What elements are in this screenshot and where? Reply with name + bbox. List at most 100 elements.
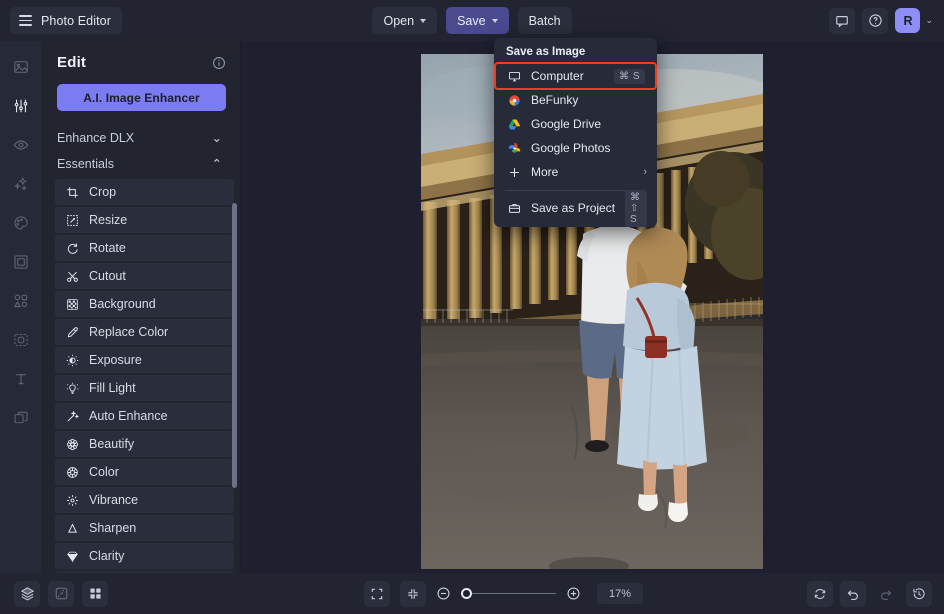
tool-label: Cutout (89, 269, 126, 283)
shrink-button[interactable] (400, 581, 426, 607)
avatar[interactable]: R (895, 8, 920, 33)
tool-rail (0, 41, 41, 573)
vibrance-icon (65, 493, 79, 507)
page-title: Edit (57, 54, 86, 71)
image-icon (13, 59, 29, 75)
flower-icon (65, 437, 79, 451)
undo-button[interactable] (840, 581, 866, 607)
rail-item-overlays[interactable] (7, 404, 34, 431)
group-essentials[interactable]: Essentials ⌃ (41, 151, 234, 177)
rail-item-artsy[interactable] (7, 209, 34, 236)
palette-icon (13, 215, 29, 231)
frame-icon (13, 254, 29, 270)
briefcase-icon (507, 201, 521, 215)
chevron-down-icon (420, 19, 426, 23)
rail-item-retouch[interactable] (7, 131, 34, 158)
zoom-level-value[interactable]: 17% (597, 583, 643, 604)
panel-scrollbar[interactable] (232, 203, 237, 488)
save-menu-item-save-as-project[interactable]: Save as Project ⌘ ⇧ S (494, 196, 657, 220)
tool-clarity[interactable]: Clarity (55, 543, 234, 569)
fit-screen-button[interactable] (364, 581, 390, 607)
tool-cutout[interactable]: Cutout (55, 263, 234, 289)
shapes-icon (13, 293, 29, 309)
tool-fill-light[interactable]: Fill Light (55, 375, 234, 401)
avatar-chevron-down-icon[interactable]: ⌄ (925, 15, 933, 26)
link-layers-button[interactable] (48, 581, 74, 607)
link-broken-icon (54, 586, 69, 601)
rail-item-edit[interactable] (7, 92, 34, 119)
save-menu-item-computer[interactable]: Computer ⌘ S (496, 64, 655, 88)
rail-item-graphics[interactable] (7, 287, 34, 314)
tool-rotate[interactable]: Rotate (55, 235, 234, 261)
zoom-out-icon (436, 586, 451, 601)
tool-replace-color[interactable]: Replace Color (55, 319, 234, 345)
tool-label: Background (89, 297, 156, 311)
open-button[interactable]: Open (372, 7, 437, 34)
tool-label: Replace Color (89, 325, 168, 339)
tool-sharpen[interactable]: Sharpen (55, 515, 234, 541)
main-menu-button[interactable]: Photo Editor (10, 7, 122, 34)
chevron-up-icon: ⌃ (212, 158, 222, 171)
plus-icon (507, 165, 521, 179)
history-button[interactable] (906, 581, 932, 607)
info-circle-icon (212, 56, 226, 70)
save-menu-item-shortcut: ⌘ S (614, 69, 645, 84)
tool-label: Vibrance (89, 493, 138, 507)
question-circle-icon (868, 13, 883, 28)
save-menu-title: Save as Image (494, 44, 657, 64)
tool-resize[interactable]: Resize (55, 207, 234, 233)
save-menu-item-google-photos[interactable]: Google Photos (494, 136, 657, 160)
open-button-label: Open (383, 14, 414, 28)
zoom-slider[interactable] (461, 587, 556, 601)
tool-background[interactable]: Background (55, 291, 234, 317)
grid-icon (88, 586, 103, 601)
group-enhance-dlx[interactable]: Enhance DLX ⌄ (41, 125, 234, 151)
feedback-button[interactable] (829, 8, 855, 34)
scissors-icon (65, 269, 79, 283)
tool-beautify[interactable]: Beautify (55, 431, 234, 457)
save-menu-item-label: More (531, 165, 633, 179)
save-menu-item-befunky[interactable]: BeFunky (494, 88, 657, 112)
rail-item-cutout[interactable] (7, 326, 34, 353)
save-menu-item-google-drive[interactable]: Google Drive (494, 112, 657, 136)
shrink-icon (406, 587, 420, 601)
zoom-slider-knob[interactable] (461, 588, 472, 599)
undo-icon (846, 587, 860, 601)
save-menu-item-label: Computer (531, 69, 604, 83)
eye-icon (13, 137, 29, 153)
tool-color[interactable]: Color (55, 459, 234, 485)
help-button[interactable] (862, 8, 888, 34)
group-enhance-dlx-label: Enhance DLX (57, 131, 134, 145)
crop-icon (65, 185, 79, 199)
tool-crop[interactable]: Crop (55, 179, 234, 205)
tool-label: Clarity (89, 549, 124, 563)
ai-image-enhancer-button[interactable]: A.I. Image Enhancer (57, 84, 226, 111)
bottom-bar-center: 17% (200, 581, 807, 607)
zoom-in-button[interactable] (566, 586, 581, 601)
info-button[interactable] (212, 56, 226, 70)
save-menu-item-label: BeFunky (531, 93, 647, 107)
google-drive-icon (507, 117, 521, 131)
rail-item-frames[interactable] (7, 248, 34, 275)
redo-button[interactable] (873, 581, 899, 607)
tool-exposure[interactable]: Exposure (55, 347, 234, 373)
reset-button[interactable] (807, 581, 833, 607)
tool-label: Exposure (89, 353, 142, 367)
app-title: Photo Editor (41, 14, 111, 28)
save-menu-item-label: Save as Project (531, 201, 615, 215)
sharpen-icon (65, 521, 79, 535)
rail-item-effects[interactable] (7, 170, 34, 197)
save-button[interactable]: Save (446, 7, 509, 34)
zoom-out-button[interactable] (436, 586, 451, 601)
save-menu-item-more[interactable]: More › (494, 160, 657, 184)
sparkles-icon (13, 176, 29, 192)
grid-view-button[interactable] (82, 581, 108, 607)
rotate-icon (65, 241, 79, 255)
tool-auto-enhance[interactable]: Auto Enhance (55, 403, 234, 429)
tool-vibrance[interactable]: Vibrance (55, 487, 234, 513)
rail-item-text[interactable] (7, 365, 34, 392)
chevron-right-icon: › (643, 166, 647, 178)
rail-item-image[interactable] (7, 53, 34, 80)
batch-button[interactable]: Batch (518, 7, 572, 34)
layers-button[interactable] (14, 581, 40, 607)
